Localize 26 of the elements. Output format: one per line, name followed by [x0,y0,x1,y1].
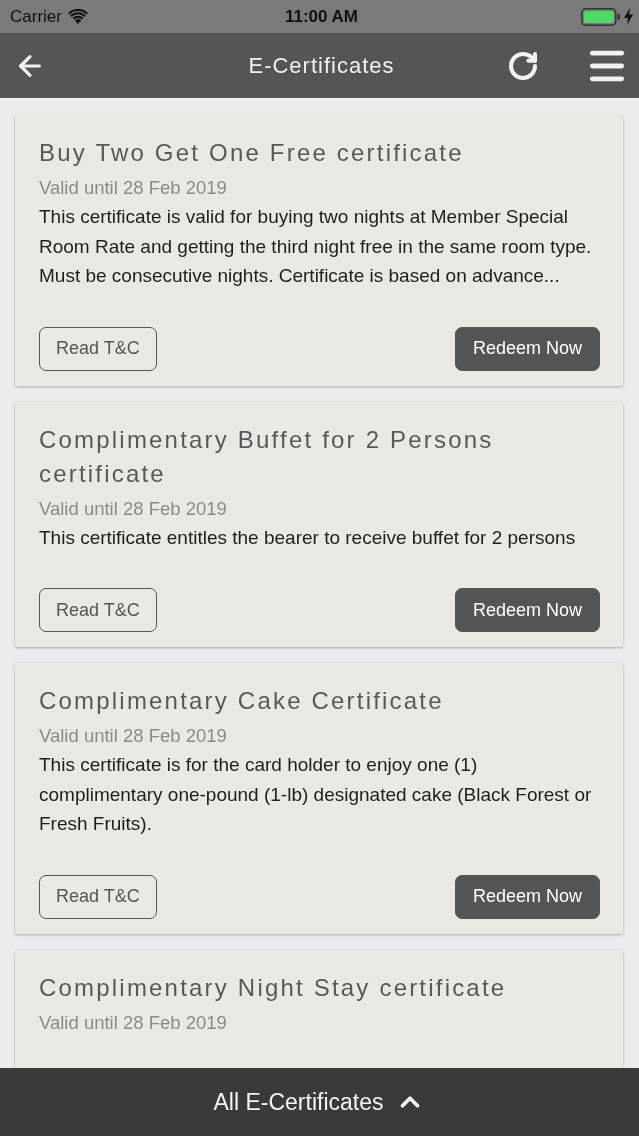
validity-date: Valid until 28 Feb 2019 [39,1010,228,1035]
redeem-button[interactable]: Redeem Now [454,874,600,919]
validity-date: Valid until 28 Feb 2019 [39,724,228,748]
all-certificates-button[interactable]: All E-Certificates [0,1068,639,1136]
certificate-title: Complimentary Buffet for 2 Persons certificate [39,424,495,489]
charging-bolt-icon [624,8,633,25]
certificate-title: Complimentary Night Stay certificate [39,972,508,1003]
refresh-icon [507,49,539,82]
read-terms-button[interactable]: Read T&C [39,588,157,632]
certificate-description: This certificate is valid for buying two nights at Member Special Room Rate and getting the third night free in the same room type. Must be consecutive nights. Certificate is based on advance... [39,205,593,288]
certificate-title: Complimentary Cake Certificate [39,686,445,716]
refresh-button[interactable] [507,49,539,82]
status-time: 11:00 AM [284,6,359,27]
wifi-icon [67,9,88,24]
redeem-button[interactable]: Redeem Now [454,326,600,371]
read-terms-button[interactable]: Read T&C [39,874,157,919]
validity-date: Valid until 28 Feb 2019 [39,176,228,200]
page-title: E-Certificates [248,52,395,79]
battery-icon [581,7,621,26]
redeem-button[interactable]: Redeem Now [454,588,600,632]
carrier-label: Carrier [10,6,62,27]
certificate-description: This certificate is for the card holder to enjoy one (1) complimentary one-pound (1-lb) designated cake (Black Forest or Fresh Fruits). [39,753,593,836]
validity-date: Valid until 28 Feb 2019 [39,496,228,521]
read-terms-button[interactable]: Read T&C [39,326,157,371]
certificate-title: Buy Two Get One Free certificate [39,138,465,168]
certificate-description: This certificate entitles the bearer to receive buffet for 2 persons [39,525,577,550]
